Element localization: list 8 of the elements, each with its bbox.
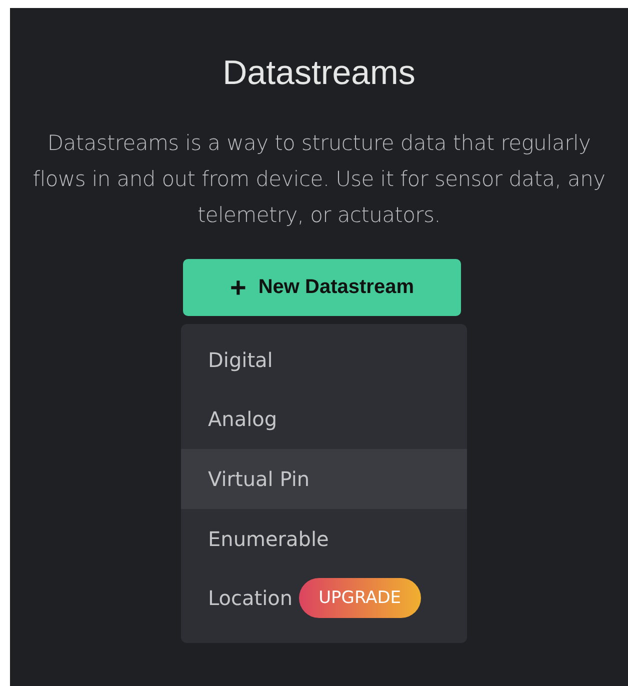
menu-item[interactable]: Location UPGRADE [181,568,467,628]
menu-item[interactable]: Digital [181,330,467,390]
description: Datastreams is a way to structure data that regularly flows in and out from device. Use it for sensor data, any telemetry, or actuators. [32,130,606,229]
menu-item[interactable]: Virtual Pin [181,449,467,509]
menu-item[interactable]: Enumerable [181,508,467,568]
page-title: Datastreams [222,54,416,93]
menu-item[interactable]: Analog [181,390,467,450]
new-datastream-button[interactable]: + New Datastream [183,259,461,316]
